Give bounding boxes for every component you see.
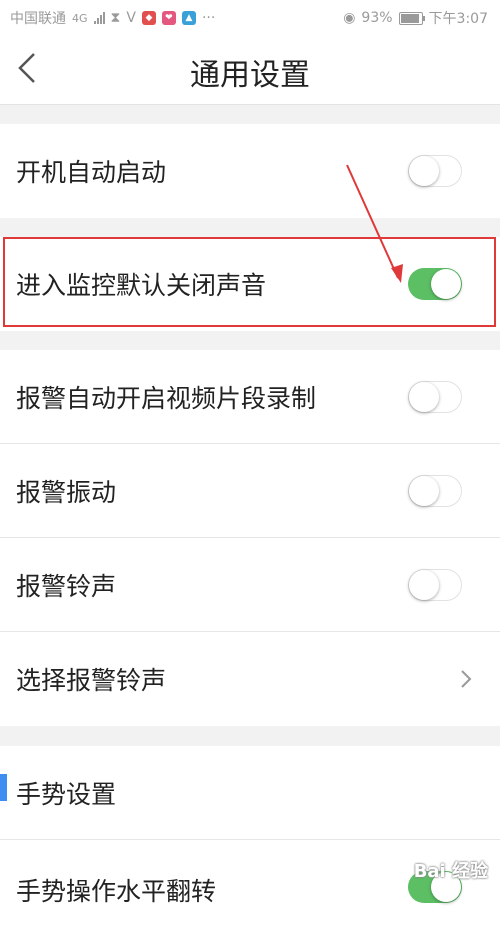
status-right: ◉ 93% 下午3:07	[343, 8, 488, 28]
toggle-knob	[409, 570, 439, 600]
hourglass-icon: ⧗	[110, 10, 121, 26]
more-notifications-icon: ···	[201, 10, 216, 26]
auto-start-toggle[interactable]	[408, 155, 462, 187]
page-title: 通用设置	[190, 58, 310, 93]
clock: 下午3:07	[428, 11, 488, 27]
watermark: Bai 经验	[413, 861, 488, 882]
section-accent-bar	[0, 774, 7, 801]
setting-row-mute-on-monitor: 进入监控默认关闭声音	[0, 237, 500, 331]
status-left: 中国联通 4G ⧗ V ◆ ❤ ▲ ···	[10, 8, 215, 28]
setting-row-alarm-record: 报警自动开启视频片段录制	[0, 350, 500, 444]
status-bar: 中国联通 4G ⧗ V ◆ ❤ ▲ ··· ◉ 93% 下午3:07	[0, 0, 500, 34]
setting-row-alarm-vibrate: 报警振动	[0, 444, 500, 538]
section-title: 手势设置	[16, 780, 117, 809]
setting-label: 报警自动开启视频片段录制	[16, 384, 317, 413]
setting-row-alarm-ringtone: 报警铃声	[0, 538, 500, 632]
alarm-vibrate-toggle[interactable]	[408, 475, 462, 507]
setting-label: 开机自动启动	[16, 158, 167, 187]
select-ringtone-row[interactable]: 选择报警铃声	[0, 632, 500, 726]
gesture-section-header: 手势设置	[0, 746, 500, 840]
alarm-ringtone-toggle[interactable]	[408, 569, 462, 601]
toggle-knob	[409, 382, 439, 412]
setting-label: 手势操作水平翻转	[16, 877, 217, 906]
mute-on-monitor-toggle[interactable]	[408, 268, 462, 300]
setting-row-gesture-flip: 手势操作水平翻转	[0, 840, 500, 934]
toggle-knob	[431, 269, 461, 299]
eye-comfort-icon: ◉	[343, 10, 356, 26]
app-notification-icon: ◆	[141, 11, 156, 25]
signal-icon	[93, 12, 105, 24]
alarm-record-toggle[interactable]	[408, 381, 462, 413]
v-app-icon: V	[126, 10, 136, 26]
setting-label: 报警振动	[16, 478, 117, 507]
chevron-right-icon	[461, 670, 472, 688]
battery-icon	[398, 11, 425, 25]
toggle-knob	[409, 476, 439, 506]
nav-bar: 通用设置	[0, 34, 500, 105]
app-notification-icon: ▲	[181, 11, 196, 25]
carrier-label: 中国联通	[10, 11, 66, 27]
battery-percent: 93%	[361, 10, 393, 26]
setting-label: 报警铃声	[16, 572, 117, 601]
setting-label: 选择报警铃声	[16, 666, 167, 695]
setting-label: 进入监控默认关闭声音	[16, 271, 267, 300]
setting-row-auto-start: 开机自动启动	[0, 124, 500, 218]
app-notification-icon: ❤	[161, 11, 176, 25]
network-type: 4G	[72, 11, 88, 25]
toggle-knob	[409, 156, 439, 186]
